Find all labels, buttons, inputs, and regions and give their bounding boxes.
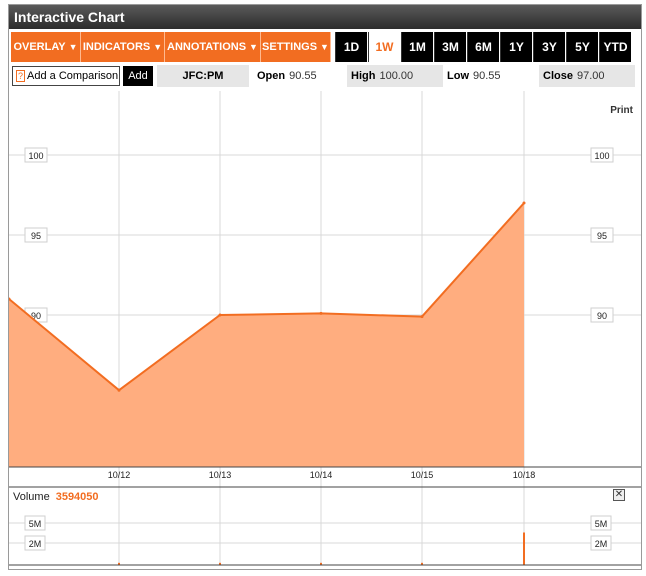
y-tick-label-right: 95 xyxy=(597,231,607,241)
window-title: Interactive Chart xyxy=(9,5,641,29)
x-tick-label: 10/13 xyxy=(209,470,232,480)
add-comparison-input[interactable]: ? Add a Comparison xyxy=(12,66,120,86)
high-value: High 100.00 xyxy=(347,65,443,87)
overlay-menu[interactable]: OVERLAY ▼ xyxy=(11,32,81,62)
volume-header: Volume 3594050 xyxy=(13,491,99,503)
add-comparison-placeholder: Add a Comparison xyxy=(27,70,119,82)
close-number: 97.00 xyxy=(576,70,605,82)
volume-label: Volume xyxy=(13,491,50,503)
volume-value: 3594050 xyxy=(55,491,99,503)
high-number: 100.00 xyxy=(379,70,414,82)
range-button-1y[interactable]: 1Y xyxy=(500,32,532,62)
open-value: Open 90.55 xyxy=(257,65,341,87)
range-button-1m[interactable]: 1M xyxy=(401,32,433,62)
range-button-1d[interactable]: 1D xyxy=(335,32,367,62)
volume-bar xyxy=(523,532,525,565)
range-button-1w[interactable]: 1W xyxy=(368,32,400,62)
annotations-menu-label: ANNOTATIONS xyxy=(167,41,247,53)
range-button-6m[interactable]: 6M xyxy=(467,32,499,62)
print-link[interactable]: Print xyxy=(610,105,633,116)
y-tick-label-left: 95 xyxy=(31,231,41,241)
close-icon[interactable]: ✕ xyxy=(613,489,625,501)
settings-menu[interactable]: SETTINGS ▼ xyxy=(261,32,331,62)
price-point xyxy=(319,311,323,315)
toolbar: OVERLAY ▼ INDICATORS ▼ ANNOTATIONS ▼ SETTIN… xyxy=(11,32,641,62)
x-tick-label: 10/12 xyxy=(108,470,131,480)
chevron-down-icon: ▼ xyxy=(320,42,329,52)
x-tick-label: 10/14 xyxy=(310,470,333,480)
ticker-symbol: JFC:PM xyxy=(157,65,249,87)
chevron-down-icon: ▼ xyxy=(153,42,163,52)
volume-tick-label-left: 2M xyxy=(29,539,42,549)
y-tick-label-right: 100 xyxy=(594,151,609,161)
price-point xyxy=(218,313,222,317)
overlay-menu-label: OVERLAY xyxy=(13,41,66,53)
low-label: Low xyxy=(447,70,469,82)
indicators-menu-label: INDICATORS xyxy=(82,41,151,53)
price-area xyxy=(9,203,524,467)
chevron-down-icon: ▼ xyxy=(68,42,78,52)
range-button-5y[interactable]: 5Y xyxy=(566,32,598,62)
y-tick-label-right: 90 xyxy=(597,311,607,321)
annotations-menu[interactable]: ANNOTATIONS ▼ xyxy=(165,32,261,62)
range-button-3y[interactable]: 3Y xyxy=(533,32,565,62)
price-point xyxy=(522,201,526,205)
low-value: Low 90.55 xyxy=(447,65,537,87)
chevron-down-icon: ▼ xyxy=(249,42,258,52)
close-value: Close 97.00 xyxy=(539,65,635,87)
indicators-menu[interactable]: INDICATORS ▼ xyxy=(81,32,165,62)
chart-window: Interactive Chart OVERLAY ▼ INDICATORS ▼ A… xyxy=(7,4,642,571)
x-tick-label: 10/18 xyxy=(513,470,536,480)
quote-info-row: ? Add a Comparison Add JFC:PM Open 90.55 H… xyxy=(11,65,641,87)
volume-tick-label-right: 5M xyxy=(595,519,608,529)
close-label: Close xyxy=(543,70,573,82)
help-icon[interactable]: ? xyxy=(16,70,26,82)
open-number: 90.55 xyxy=(289,70,317,82)
x-tick-label: 10/15 xyxy=(411,470,434,480)
settings-menu-label: SETTINGS xyxy=(262,41,318,53)
chart-area[interactable]: 90 90 95 95 100 100 10/12 10/13 10/14 10/15 10/18 5… xyxy=(7,91,641,571)
price-point xyxy=(420,315,424,319)
open-label: Open xyxy=(257,70,286,82)
price-point xyxy=(117,388,121,392)
range-button-3m[interactable]: 3M xyxy=(434,32,466,62)
y-tick-label-left: 100 xyxy=(28,151,43,161)
price-chart[interactable]: 90 9095 95100 10010/12 10/13 10/14 10/15 10/185… xyxy=(7,91,641,571)
high-label: High xyxy=(351,70,376,82)
range-button-ytd[interactable]: YTD xyxy=(599,32,631,62)
volume-tick-label-right: 2M xyxy=(595,539,608,549)
low-number: 90.55 xyxy=(473,70,501,82)
add-comparison-button[interactable]: Add xyxy=(123,66,153,86)
volume-tick-label-left: 5M xyxy=(29,519,42,529)
